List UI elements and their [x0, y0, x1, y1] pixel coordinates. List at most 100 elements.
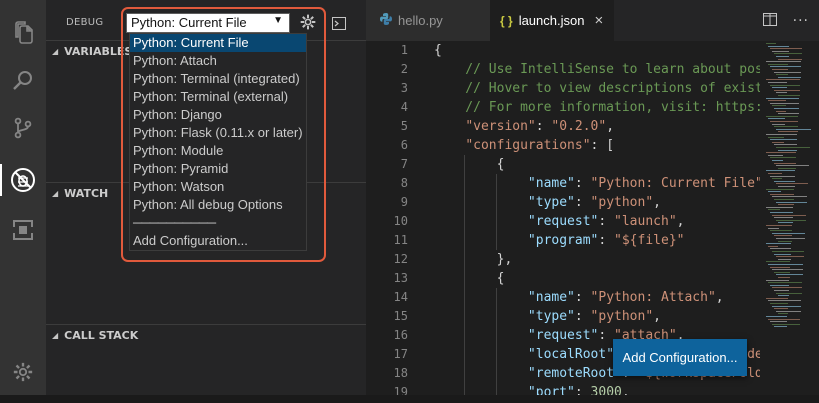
line-number: 18 — [393, 366, 408, 380]
line-number: 15 — [393, 309, 408, 323]
minimap[interactable] — [764, 41, 812, 341]
minimap-line — [770, 321, 787, 323]
minimap-line — [770, 266, 790, 268]
minimap-line — [776, 292, 802, 294]
minimap-line — [776, 274, 803, 276]
line-number: 16 — [393, 328, 408, 342]
minimap-line — [772, 232, 805, 234]
watch-label: WATCH — [64, 187, 109, 200]
minimap-line — [772, 141, 784, 143]
minimap-line — [768, 154, 783, 156]
code-editor[interactable]: 1 2 3 4 5 6 7 8 9 10 11 12 13 14 15 16 17 18 19 { // Use I… — [366, 41, 819, 395]
more-actions-icon[interactable]: ··· — [793, 13, 809, 30]
minimap-line — [772, 123, 785, 125]
open-launch-json-button[interactable] — [300, 14, 316, 34]
python-file-icon — [380, 13, 392, 28]
minimap-line — [778, 186, 795, 187]
dropdown-item[interactable]: Python: Watson — [130, 178, 306, 196]
tab-hello-py[interactable]: hello.py — [366, 0, 490, 41]
line-number: 6 — [400, 138, 408, 152]
split-editor-icon[interactable] — [762, 13, 777, 30]
variables-label: VARIABLES — [64, 45, 133, 58]
minimap-line — [770, 193, 794, 195]
minimap-line — [768, 264, 803, 265]
extensions-icon[interactable] — [0, 210, 46, 250]
dropdown-item[interactable]: Python: Pyramid — [130, 160, 306, 178]
chevron-down-icon: ▼ — [273, 15, 283, 26]
add-configuration-button[interactable]: Add Configuration... — [613, 339, 747, 376]
minimap-line — [770, 248, 791, 250]
minimap-line — [778, 240, 792, 242]
minimap-line — [768, 63, 788, 65]
minimap-line — [768, 318, 800, 320]
minimap-line — [778, 131, 798, 133]
line-number: 5 — [400, 119, 408, 133]
minimap-line — [774, 126, 798, 128]
source-control-icon[interactable] — [0, 108, 46, 148]
minimap-line — [776, 128, 811, 130]
dropdown-item[interactable]: Python: Attach — [130, 52, 306, 70]
call-stack-section-header[interactable]: ◢ CALL STACK — [46, 324, 366, 346]
minimap-line — [766, 152, 796, 154]
minimap-line — [768, 82, 787, 83]
minimap-line — [776, 310, 801, 312]
line-number-gutter: 1 2 3 4 5 6 7 8 9 10 11 12 13 14 15 16 17 18 19 — [366, 41, 408, 395]
debug-console-button[interactable] — [332, 15, 346, 34]
line-number: 13 — [393, 271, 408, 285]
dropdown-item[interactable]: Python: Terminal (integrated) — [130, 70, 306, 88]
minimap-line — [772, 269, 803, 271]
minimap-line — [774, 180, 795, 182]
minimap-line — [776, 238, 805, 239]
minimap-line — [778, 149, 797, 151]
minimap-line — [768, 300, 801, 302]
call-stack-label: CALL STACK — [64, 329, 139, 342]
minimap-line — [774, 308, 788, 310]
dropdown-add-configuration[interactable]: Add Configuration... — [130, 232, 306, 250]
minimap-line — [774, 199, 794, 200]
minimap-line — [774, 71, 801, 73]
tab-launch-json[interactable]: { } launch.json × — [490, 0, 614, 41]
minimap-line — [774, 162, 796, 164]
activity-bar — [0, 0, 46, 395]
editor-tabs: hello.py { } launch.json × ··· — [366, 0, 819, 41]
search-icon[interactable] — [0, 60, 46, 100]
minimap-line — [770, 66, 801, 68]
minimap-line — [770, 84, 800, 86]
minimap-line — [772, 323, 800, 325]
minimap-line — [776, 165, 809, 167]
minimap-line — [770, 175, 795, 177]
minimap-line — [772, 287, 802, 289]
minimap-line — [772, 214, 806, 216]
tab-label: hello.py — [398, 13, 443, 28]
dropdown-item[interactable]: Python: Module — [130, 142, 306, 160]
tab-label: launch.json — [518, 13, 585, 28]
minimap-line — [768, 173, 782, 174]
line-number: 11 — [393, 233, 408, 247]
close-icon[interactable]: × — [594, 12, 603, 29]
minimap-line — [768, 118, 785, 120]
indent-guide — [496, 174, 497, 250]
minimap-line — [768, 282, 802, 284]
dropdown-separator: ────────── — [133, 215, 216, 230]
minimap-line — [770, 284, 789, 286]
minimap-line — [768, 227, 779, 229]
indent-guide — [464, 155, 465, 395]
json-file-icon: { } — [500, 13, 513, 28]
minimap-line — [766, 61, 801, 63]
minimap-line — [766, 115, 798, 117]
gear-icon[interactable] — [0, 352, 46, 392]
dropdown-item[interactable]: Python: Flask (0.11.x or later) — [130, 124, 306, 142]
line-number: 19 — [393, 385, 408, 395]
debug-configuration-select[interactable]: Python: Current File ▼ — [126, 13, 290, 33]
files-icon[interactable] — [0, 12, 46, 52]
dropdown-item[interactable]: Python: Django — [130, 106, 306, 124]
line-number: 7 — [400, 157, 408, 171]
minimap-line — [768, 100, 786, 102]
dropdown-item[interactable]: Python: Terminal (external) — [130, 88, 306, 106]
minimap-line — [766, 134, 797, 135]
dropdown-item[interactable]: Python: All debug Options — [130, 196, 306, 214]
debug-icon[interactable] — [0, 160, 46, 200]
minimap-line — [778, 95, 800, 96]
dropdown-item[interactable]: Python: Current File — [130, 34, 306, 52]
configuration-dropdown: Python: Current File Python: Attach Pyth… — [129, 33, 307, 251]
